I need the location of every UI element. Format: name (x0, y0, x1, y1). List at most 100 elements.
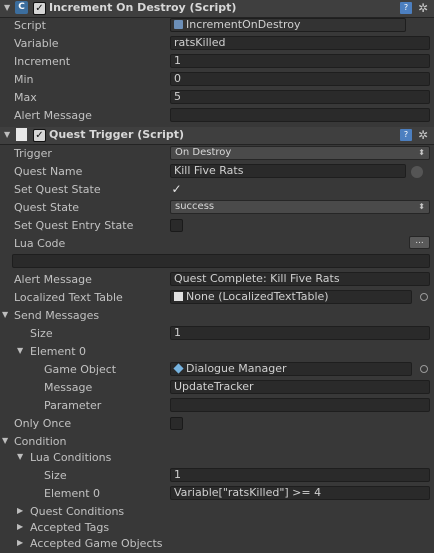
send-messages-label: Send Messages (14, 309, 100, 322)
game-object-field[interactable]: Dialogue Manager (170, 362, 412, 376)
quest-name-input[interactable]: Kill Five Rats (170, 164, 406, 178)
min-row: Min 0 (0, 71, 434, 89)
lua-size-label: Size (44, 469, 67, 482)
message-label: Message (44, 381, 93, 394)
quest-name-label: Quest Name (14, 165, 83, 178)
only-once-label: Only Once (14, 417, 72, 430)
trigger-row: Trigger On Destroy ⬍ (0, 145, 434, 163)
variable-label: Variable (14, 37, 59, 50)
lua-size-row: Size 1 (0, 467, 434, 485)
component-title: Increment On Destroy (Script) (49, 1, 237, 14)
increment-label: Increment (14, 55, 71, 68)
lua-code-label: Lua Code (14, 237, 66, 250)
quest-name-row: Quest Name Kill Five Rats (0, 163, 434, 181)
localized-object-field[interactable]: None (LocalizedTextTable) (170, 290, 412, 304)
accepted-game-objects-row[interactable]: ▶ Accepted Game Objects (0, 535, 434, 553)
message-input[interactable]: UpdateTracker (170, 380, 430, 394)
alert-message-input[interactable] (170, 108, 430, 122)
condition-label: Condition (14, 435, 67, 448)
fold-right-icon[interactable]: ▶ (17, 506, 23, 515)
script-row: Script IncrementOnDestroy (0, 17, 434, 35)
set-entry-state-checkbox[interactable] (170, 219, 183, 232)
localized-row: Localized Text Table None (LocalizedText… (0, 289, 434, 307)
increment-input[interactable]: 1 (170, 54, 430, 68)
script-icon (174, 20, 183, 29)
alert-row: Alert Message Quest Complete: Kill Five … (0, 271, 434, 289)
lua-wizard-button[interactable]: ... (409, 236, 430, 249)
only-once-checkbox[interactable] (170, 417, 183, 430)
file-icon (174, 292, 183, 301)
gear-icon[interactable]: ✲ (417, 129, 429, 141)
lua-element0-input[interactable]: Variable["ratsKilled"] >= 4 (170, 486, 430, 500)
fold-down-icon[interactable]: ▼ (4, 130, 10, 139)
set-entry-state-row: Set Quest Entry State (0, 217, 434, 235)
parameter-input[interactable] (170, 398, 430, 412)
min-label: Min (14, 73, 34, 86)
increment-row: Increment 1 (0, 53, 434, 71)
help-book-icon[interactable]: ? (400, 129, 412, 141)
quest-picker-button[interactable] (411, 166, 423, 178)
max-row: Max 5 (0, 89, 434, 107)
element0-label: Element 0 (30, 345, 87, 358)
message-row: Message UpdateTracker (0, 379, 434, 397)
min-input[interactable]: 0 (170, 72, 430, 86)
object-picker-icon[interactable] (420, 365, 428, 373)
accepted-tags-label: Accepted Tags (30, 521, 110, 534)
fold-down-icon[interactable]: ▼ (17, 452, 23, 461)
size-row: Size 1 (0, 325, 434, 343)
trigger-label: Trigger (14, 147, 52, 160)
lua-code-row: Lua Code ... (0, 235, 434, 253)
gear-icon[interactable]: ✲ (417, 2, 429, 14)
fold-right-icon[interactable]: ▶ (17, 522, 23, 531)
lua-size-input[interactable]: 1 (170, 468, 430, 482)
variable-row: Variable ratsKilled (0, 35, 434, 53)
alert-label: Alert Message (14, 273, 92, 286)
max-label: Max (14, 91, 37, 104)
quest-conditions-label: Quest Conditions (30, 505, 125, 518)
parameter-row: Parameter (0, 397, 434, 415)
lua-code-input[interactable] (12, 254, 430, 268)
variable-input[interactable]: ratsKilled (170, 36, 430, 50)
quest-state-row: Quest State success ⬍ (0, 199, 434, 217)
fold-down-icon[interactable]: ▼ (2, 436, 8, 445)
quest-state-dropdown[interactable]: success ⬍ (170, 200, 430, 214)
only-once-row: Only Once (0, 415, 434, 433)
lua-code-field-row (0, 253, 434, 271)
trigger-dropdown[interactable]: On Destroy ⬍ (170, 146, 430, 160)
set-quest-state-label: Set Quest State (14, 183, 101, 196)
element0-row[interactable]: ▼ Element 0 (0, 343, 434, 361)
increment-on-destroy-header[interactable]: ▼ C ✓ Increment On Destroy (Script) ? ✲ (0, 0, 434, 18)
set-quest-state-checkbox[interactable]: ✓ (170, 183, 183, 196)
set-entry-state-label: Set Quest Entry State (14, 219, 134, 232)
alert-message-row: Alert Message (0, 107, 434, 125)
component-enabled-checkbox[interactable]: ✓ (33, 2, 46, 15)
lua-element0-label: Element 0 (44, 487, 101, 500)
size-input[interactable]: 1 (170, 326, 430, 340)
game-object-label: Game Object (44, 363, 117, 376)
localized-label: Localized Text Table (14, 291, 123, 304)
fold-down-icon[interactable]: ▼ (4, 3, 10, 12)
parameter-label: Parameter (44, 399, 102, 412)
fold-right-icon[interactable]: ▶ (17, 538, 23, 547)
updown-arrow-icon: ⬍ (418, 148, 425, 157)
quest-trigger-header[interactable]: ▼ ✓ Quest Trigger (Script) ? ✲ (0, 127, 434, 145)
game-object-row: Game Object Dialogue Manager (0, 361, 434, 379)
accepted-game-objects-label: Accepted Game Objects (30, 537, 163, 550)
alert-input[interactable]: Quest Complete: Kill Five Rats (170, 272, 430, 286)
script-label: Script (14, 19, 46, 32)
help-book-icon[interactable]: ? (400, 2, 412, 14)
component-title: Quest Trigger (Script) (49, 128, 185, 141)
script-field[interactable]: IncrementOnDestroy (170, 18, 406, 32)
set-quest-state-row: Set Quest State ✓ (0, 181, 434, 199)
updown-arrow-icon: ⬍ (418, 202, 425, 211)
fold-down-icon[interactable]: ▼ (17, 346, 23, 355)
max-input[interactable]: 5 (170, 90, 430, 104)
lua-element0-row: Element 0 Variable["ratsKilled"] >= 4 (0, 485, 434, 503)
send-messages-row[interactable]: ▼ Send Messages (0, 307, 434, 325)
lua-conditions-row[interactable]: ▼ Lua Conditions (0, 449, 434, 467)
csharp-script-icon: C (15, 1, 28, 14)
object-picker-icon[interactable] (420, 293, 428, 301)
component-enabled-checkbox[interactable]: ✓ (33, 129, 46, 142)
fold-down-icon[interactable]: ▼ (2, 310, 8, 319)
gameobject-icon (173, 363, 184, 374)
